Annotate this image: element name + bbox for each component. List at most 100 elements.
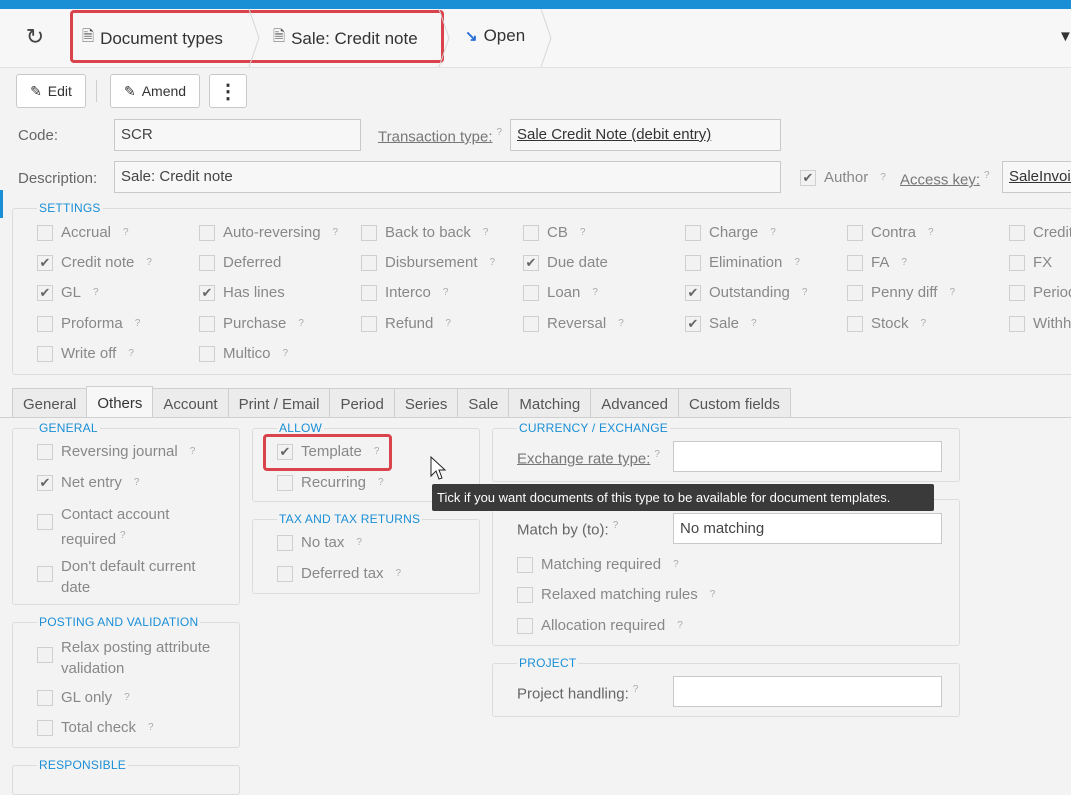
- help-icon[interactable]: ?: [921, 318, 927, 329]
- setting-multico-checkbox[interactable]: Multico?: [199, 345, 288, 362]
- breadcrumb-document-types[interactable]: 🗎 Document types: [82, 26, 223, 51]
- deferred-tax-checkbox[interactable]: Deferred tax?: [277, 565, 401, 582]
- setting-withh-checkbox[interactable]: Withh: [1009, 315, 1071, 332]
- help-icon[interactable]: ?: [613, 520, 619, 531]
- relax-posting-attribute-validation-checkbox[interactable]: Relax posting attribute validation: [37, 637, 231, 679]
- setting-contra-checkbox[interactable]: Contra?: [847, 224, 934, 241]
- help-icon[interactable]: ?: [580, 227, 586, 238]
- setting-cb-checkbox[interactable]: CB?: [523, 224, 585, 241]
- filter-icon[interactable]: ▼: [1058, 28, 1071, 45]
- setting-period-checkbox[interactable]: Period: [1009, 284, 1071, 301]
- tab-matching[interactable]: Matching: [508, 388, 592, 417]
- help-icon[interactable]: ?: [633, 684, 639, 695]
- transaction-type-field[interactable]: Sale Credit Note (debit entry): [510, 119, 781, 151]
- help-icon[interactable]: ?: [802, 287, 808, 298]
- recurring-checkbox[interactable]: Recurring?: [277, 474, 384, 491]
- code-field[interactable]: SCR: [114, 119, 361, 151]
- setting-interco-checkbox[interactable]: Interco?: [361, 284, 448, 301]
- tab-series[interactable]: Series: [393, 388, 459, 417]
- help-icon[interactable]: ?: [673, 559, 679, 570]
- tab-print-email[interactable]: Print / Email: [227, 388, 331, 417]
- help-icon[interactable]: ?: [710, 589, 716, 600]
- access-key-label[interactable]: Access key:: [900, 171, 980, 188]
- help-icon[interactable]: ?: [333, 227, 339, 238]
- more-actions-button[interactable]: ⋮: [209, 74, 247, 108]
- setting-loan-checkbox[interactable]: Loan?: [523, 284, 598, 301]
- reversing-journal-checkbox[interactable]: Reversing journal?: [37, 443, 195, 460]
- help-icon[interactable]: ?: [751, 318, 757, 329]
- setting-charge-checkbox[interactable]: Charge?: [685, 224, 776, 241]
- contact-account-required-checkbox[interactable]: Contact account required?: [37, 504, 211, 550]
- help-icon[interactable]: ?: [677, 620, 683, 631]
- help-icon[interactable]: ?: [592, 287, 598, 298]
- help-icon[interactable]: ?: [123, 227, 129, 238]
- help-icon[interactable]: ?: [443, 287, 449, 298]
- setting-refund-checkbox[interactable]: Refund?: [361, 315, 451, 332]
- tab-sale[interactable]: Sale: [457, 388, 510, 417]
- setting-fx-checkbox[interactable]: FX: [1009, 254, 1052, 271]
- help-icon[interactable]: ?: [146, 257, 152, 268]
- setting-purchase-checkbox[interactable]: Purchase?: [199, 315, 304, 332]
- setting-credit-note-checkbox[interactable]: ✔ Credit note?: [37, 254, 152, 271]
- help-icon[interactable]: ?: [949, 287, 955, 298]
- template-checkbox[interactable]: ✔ Template?: [277, 443, 379, 460]
- help-icon[interactable]: ?: [483, 227, 489, 238]
- setting-stock-checkbox[interactable]: Stock?: [847, 315, 926, 332]
- amend-button[interactable]: ✎ Amend: [110, 74, 200, 108]
- help-icon[interactable]: ?: [356, 537, 362, 548]
- setting-accrual-checkbox[interactable]: Accrual?: [37, 224, 129, 241]
- help-icon[interactable]: ?: [148, 722, 154, 733]
- help-icon[interactable]: ?: [283, 348, 289, 359]
- transaction-type-label[interactable]: Transaction type:: [378, 128, 493, 145]
- setting-outstanding-checkbox[interactable]: ✔ Outstanding?: [685, 284, 807, 301]
- setting-due-date-checkbox[interactable]: ✔ Due date: [523, 254, 608, 271]
- setting-back-to-back-checkbox[interactable]: Back to back?: [361, 224, 488, 241]
- matching-required-checkbox[interactable]: Matching required?: [517, 556, 679, 573]
- help-icon[interactable]: ?: [618, 318, 624, 329]
- help-icon[interactable]: ?: [445, 318, 451, 329]
- no-tax-checkbox[interactable]: No tax?: [277, 534, 362, 551]
- help-icon[interactable]: ?: [490, 257, 496, 268]
- refresh-icon[interactable]: ↻: [22, 24, 48, 50]
- allocation-required-checkbox[interactable]: Allocation required?: [517, 617, 683, 634]
- total-check-checkbox[interactable]: Total check?: [37, 719, 154, 736]
- help-icon[interactable]: ?: [93, 287, 99, 298]
- gl-only-checkbox[interactable]: GL only?: [37, 689, 130, 706]
- help-icon[interactable]: ?: [120, 530, 126, 541]
- dont-default-current-date-checkbox[interactable]: Don't default current date: [37, 556, 226, 598]
- tab-custom-fields[interactable]: Custom fields: [677, 388, 791, 417]
- tab-advanced[interactable]: Advanced: [590, 388, 679, 417]
- setting-fa-checkbox[interactable]: FA?: [847, 254, 907, 271]
- setting-penny-diff-checkbox[interactable]: Penny diff?: [847, 284, 955, 301]
- help-icon[interactable]: ?: [298, 318, 304, 329]
- tab-others[interactable]: Others: [86, 386, 154, 417]
- exchange-rate-type-label[interactable]: Exchange rate type:: [517, 450, 650, 467]
- setting-proforma-checkbox[interactable]: Proforma?: [37, 315, 140, 332]
- setting-reversal-checkbox[interactable]: Reversal?: [523, 315, 624, 332]
- exchange-rate-type-field[interactable]: [673, 441, 942, 472]
- author-checkbox[interactable]: ✔ Author?: [800, 169, 886, 186]
- match-by-field[interactable]: No matching: [673, 513, 942, 544]
- description-field[interactable]: Sale: Credit note: [114, 161, 781, 193]
- breadcrumb-open[interactable]: ↘ Open: [465, 26, 525, 46]
- project-handling-field[interactable]: [673, 676, 942, 707]
- tab-general[interactable]: General: [12, 388, 88, 417]
- help-icon[interactable]: ?: [984, 170, 990, 181]
- help-icon[interactable]: ?: [124, 692, 130, 703]
- help-icon[interactable]: ?: [880, 172, 886, 183]
- edit-button[interactable]: ✎ Edit: [16, 74, 86, 108]
- help-icon[interactable]: ?: [654, 449, 660, 460]
- setting-gl-checkbox[interactable]: ✔ GL?: [37, 284, 99, 301]
- help-icon[interactable]: ?: [374, 446, 380, 457]
- setting-elimination-checkbox[interactable]: Elimination?: [685, 254, 800, 271]
- net-entry-checkbox[interactable]: ✔ Net entry?: [37, 474, 139, 491]
- help-icon[interactable]: ?: [396, 568, 402, 579]
- setting-sale-checkbox[interactable]: ✔ Sale?: [685, 315, 757, 332]
- tab-account[interactable]: Account: [152, 388, 229, 417]
- tab-period[interactable]: Period: [329, 388, 395, 417]
- setting-credit-checkbox[interactable]: Credit: [1009, 224, 1071, 241]
- setting-deferred-checkbox[interactable]: Deferred: [199, 254, 281, 271]
- help-icon[interactable]: ?: [770, 227, 776, 238]
- breadcrumb-sale-credit-note[interactable]: 🗎 Sale: Credit note: [273, 26, 418, 51]
- help-icon[interactable]: ?: [497, 127, 503, 138]
